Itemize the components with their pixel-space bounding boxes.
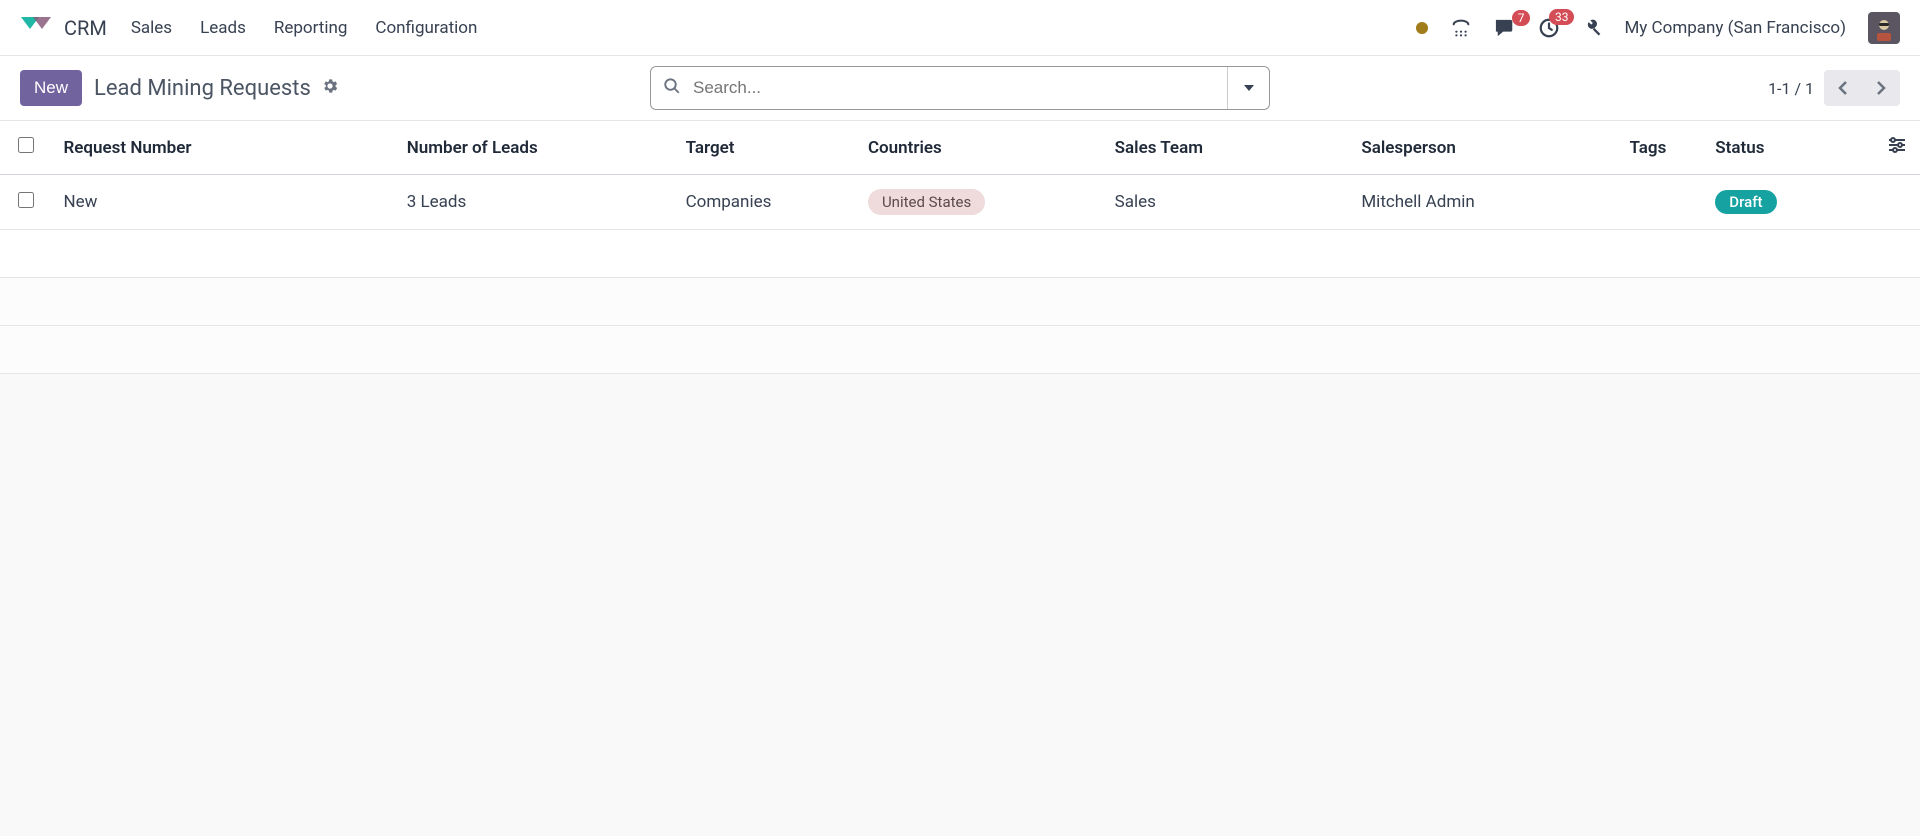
app-name[interactable]: CRM: [64, 16, 107, 40]
cell-salesperson: Mitchell Admin: [1349, 175, 1617, 230]
nav-leads[interactable]: Leads: [200, 18, 246, 38]
status-dot-icon[interactable]: [1416, 22, 1428, 34]
pager: 1-1 / 1: [1768, 70, 1900, 106]
cell-number-of-leads: 3 Leads: [395, 175, 674, 230]
activities-badge: 33: [1549, 9, 1575, 25]
col-target[interactable]: Target: [674, 121, 856, 175]
search-icon: [663, 77, 681, 99]
nav-links: Sales Leads Reporting Configuration: [131, 18, 478, 38]
gear-icon[interactable]: [321, 77, 339, 99]
company-name[interactable]: My Company (San Francisco): [1624, 18, 1846, 38]
search-box: [650, 66, 1270, 110]
cell-status: Draft: [1703, 175, 1875, 230]
col-status[interactable]: Status: [1703, 121, 1875, 175]
col-salesperson[interactable]: Salesperson: [1349, 121, 1617, 175]
row-checkbox[interactable]: [18, 192, 34, 208]
empty-row: [0, 278, 1920, 326]
nav-configuration[interactable]: Configuration: [375, 18, 477, 38]
pager-prev-button[interactable]: [1826, 72, 1862, 104]
cell-target: Companies: [674, 175, 856, 230]
page-title: Lead Mining Requests: [94, 76, 311, 101]
search-input[interactable]: [693, 78, 1227, 98]
top-nav: CRM Sales Leads Reporting Configuration …: [0, 0, 1920, 56]
table-header-row: Request Number Number of Leads Target Co…: [0, 121, 1920, 175]
messages-badge: 7: [1512, 10, 1531, 26]
tools-icon[interactable]: [1582, 18, 1602, 38]
cell-sales-team: Sales: [1103, 175, 1350, 230]
messages-icon[interactable]: 7: [1494, 18, 1516, 38]
select-all-checkbox[interactable]: [18, 137, 34, 153]
cell-tags: [1618, 175, 1704, 230]
nav-reporting[interactable]: Reporting: [274, 18, 348, 38]
nav-sales[interactable]: Sales: [131, 18, 172, 38]
search-dropdown-toggle[interactable]: [1227, 67, 1269, 109]
user-avatar[interactable]: [1868, 12, 1900, 44]
cell-countries: United States: [856, 175, 1103, 230]
col-number-of-leads[interactable]: Number of Leads: [395, 121, 674, 175]
data-table: Request Number Number of Leads Target Co…: [0, 120, 1920, 374]
topnav-right: 7 33 My Company (San Francisco): [1416, 12, 1900, 44]
table-row[interactable]: New 3 Leads Companies United States Sale…: [0, 175, 1920, 230]
col-countries[interactable]: Countries: [856, 121, 1103, 175]
pager-text[interactable]: 1-1 / 1: [1768, 79, 1814, 98]
col-sales-team[interactable]: Sales Team: [1103, 121, 1350, 175]
dialer-icon[interactable]: [1450, 17, 1472, 39]
status-chip: Draft: [1715, 190, 1776, 214]
cell-request-number: New: [51, 175, 394, 230]
column-options-icon[interactable]: [1875, 121, 1920, 175]
col-request-number[interactable]: Request Number: [51, 121, 394, 175]
empty-row: [0, 326, 1920, 374]
activities-icon[interactable]: 33: [1538, 17, 1560, 39]
new-button[interactable]: New: [20, 70, 82, 106]
col-tags[interactable]: Tags: [1618, 121, 1704, 175]
app-logo[interactable]: [20, 16, 52, 40]
control-bar: New Lead Mining Requests 1-1 / 1: [0, 56, 1920, 120]
country-chip: United States: [868, 189, 985, 215]
empty-row: [0, 230, 1920, 278]
pager-next-button[interactable]: [1862, 72, 1898, 104]
